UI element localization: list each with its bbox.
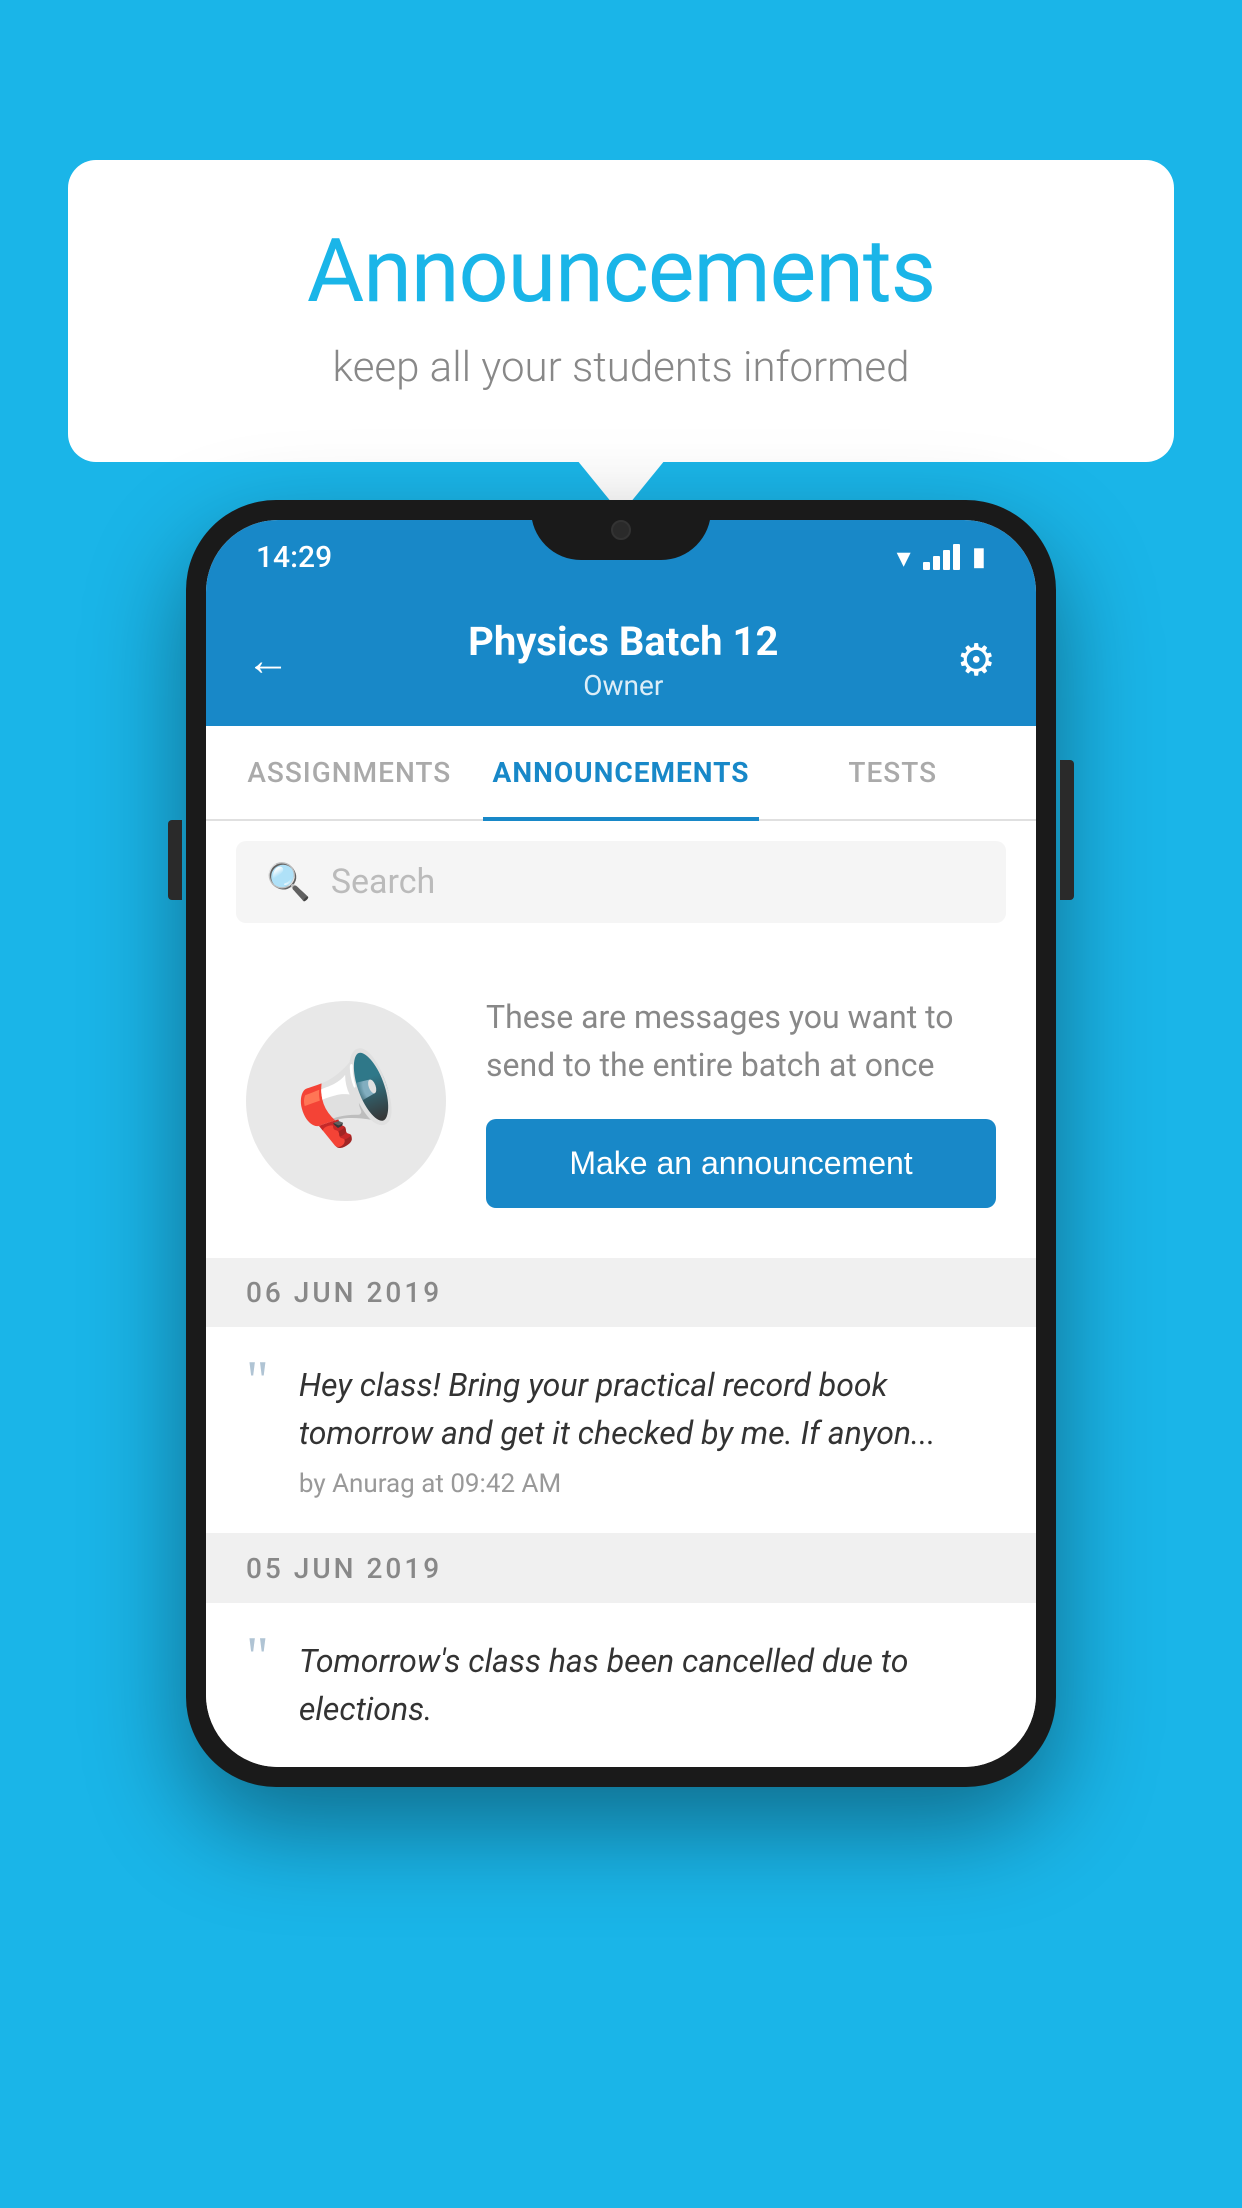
- search-icon: 🔍: [266, 861, 311, 903]
- phone-screen: 14:29 ▾ ▮ ← Physics Batch 12: [206, 520, 1036, 1767]
- search-bar[interactable]: 🔍 Search: [236, 841, 1006, 923]
- tab-announcements[interactable]: ANNOUNCEMENTS: [483, 726, 760, 819]
- phone-frame: 14:29 ▾ ▮ ← Physics Batch 12: [186, 500, 1056, 1787]
- announcement-text-1: Hey class! Bring your practical record b…: [299, 1361, 996, 1457]
- quote-icon-1: ": [246, 1353, 269, 1409]
- search-input[interactable]: Search: [331, 862, 435, 902]
- tabs-container: ASSIGNMENTS ANNOUNCEMENTS TESTS: [206, 726, 1036, 821]
- empty-state: 📢 These are messages you want to send to…: [206, 943, 1036, 1258]
- gear-icon[interactable]: ⚙: [957, 634, 996, 686]
- speech-bubble-title: Announcements: [148, 220, 1094, 323]
- announcement-item-1[interactable]: " Hey class! Bring your practical record…: [206, 1327, 1036, 1534]
- make-announcement-button[interactable]: Make an announcement: [486, 1119, 996, 1208]
- date-separator-2: 05 JUN 2019: [206, 1534, 1036, 1603]
- header-title: Physics Batch 12: [468, 618, 778, 665]
- empty-state-right: These are messages you want to send to t…: [486, 993, 996, 1208]
- app-header: ← Physics Batch 12 Owner ⚙: [206, 590, 1036, 726]
- battery-icon: ▮: [972, 542, 986, 572]
- date-label-2: 05 JUN 2019: [246, 1552, 442, 1585]
- announcement-icon-circle: 📢: [246, 1001, 446, 1201]
- announcement-content-1: Hey class! Bring your practical record b…: [299, 1361, 996, 1499]
- date-separator-1: 06 JUN 2019: [206, 1258, 1036, 1327]
- speech-bubble: Announcements keep all your students inf…: [68, 160, 1174, 462]
- speech-bubble-container: Announcements keep all your students inf…: [68, 160, 1174, 462]
- status-time: 14:29: [256, 540, 332, 575]
- status-icons: ▾ ▮: [897, 541, 986, 574]
- announcement-meta-1: by Anurag at 09:42 AM: [299, 1469, 996, 1499]
- megaphone-icon: 📢: [283, 1039, 409, 1161]
- camera-dot: [611, 520, 631, 540]
- speech-bubble-subtitle: keep all your students informed: [148, 343, 1094, 392]
- header-center: Physics Batch 12 Owner: [468, 618, 778, 702]
- wifi-icon: ▾: [897, 541, 911, 574]
- announcement-item-2[interactable]: " Tomorrow's class has been cancelled du…: [206, 1603, 1036, 1767]
- empty-state-description: These are messages you want to send to t…: [486, 993, 996, 1089]
- search-container: 🔍 Search: [206, 821, 1036, 943]
- tab-tests[interactable]: TESTS: [759, 726, 1026, 819]
- back-button[interactable]: ←: [246, 634, 290, 686]
- signal-bars: [923, 544, 960, 570]
- phone-notch: [531, 500, 711, 560]
- date-label-1: 06 JUN 2019: [246, 1276, 442, 1309]
- announcement-text-2: Tomorrow's class has been cancelled due …: [299, 1637, 996, 1733]
- quote-icon-2: ": [246, 1629, 269, 1685]
- tab-assignments[interactable]: ASSIGNMENTS: [216, 726, 483, 819]
- phone-mockup: 14:29 ▾ ▮ ← Physics Batch 12: [186, 500, 1056, 1787]
- announcement-content-2: Tomorrow's class has been cancelled due …: [299, 1637, 996, 1733]
- header-subtitle: Owner: [468, 669, 778, 702]
